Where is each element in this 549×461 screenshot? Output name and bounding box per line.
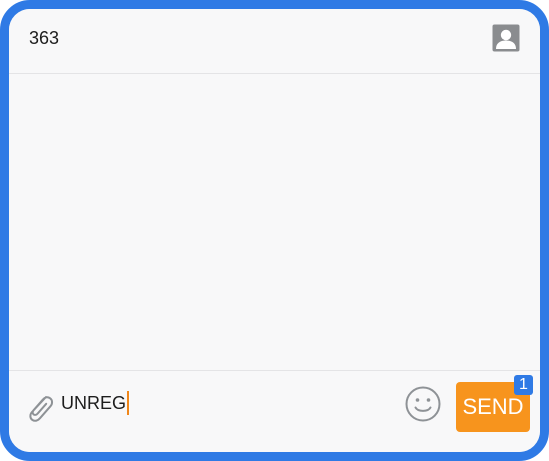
smiley-icon[interactable] (404, 385, 442, 423)
send-count-badge: 1 (514, 375, 533, 395)
contact-person-icon[interactable] (492, 24, 520, 52)
message-thread[interactable] (9, 74, 540, 371)
recipient-number: 363 (29, 28, 60, 48)
message-text: UNREG (61, 392, 127, 413)
message-composer: UNREG SEND 1 (9, 370, 540, 452)
conversation-header: 363 (9, 9, 540, 74)
messaging-window: 363 UNREG SEND 1 (0, 0, 549, 461)
send-label: SEND (462, 394, 524, 419)
paperclip-icon[interactable] (22, 388, 56, 426)
message-input[interactable]: UNREG (61, 390, 391, 416)
text-cursor (127, 391, 130, 415)
